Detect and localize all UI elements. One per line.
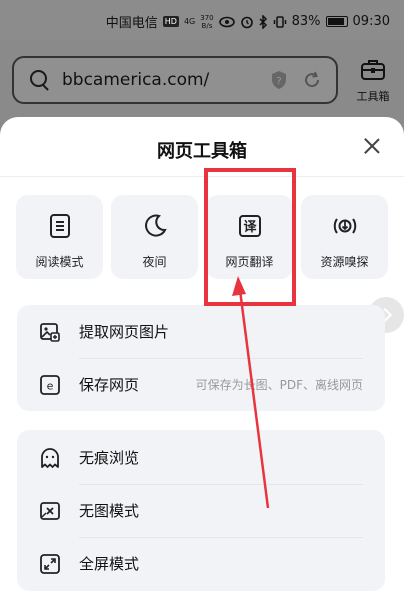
tile-resource-sniff[interactable]: 资源嗅探 (301, 195, 388, 279)
row-label: 无图模式 (79, 502, 140, 520)
alarm-icon (240, 16, 253, 28)
bluetooth-icon (259, 14, 267, 29)
incognito-icon (41, 447, 59, 468)
reload-icon[interactable] (302, 70, 322, 90)
network-type: 4G (183, 16, 196, 26)
extract-images-icon (40, 322, 60, 342)
sheet-divider (0, 176, 404, 177)
status-indicators: 中国电信 HD 4G 370 B/s 83% 09:30 (105, 12, 390, 32)
hd-badge: HD (162, 16, 179, 27)
toolbox-sheet: 网页工具箱 阅读模式 夜间 译 网页翻译 资源嗅探 提取网页图片 e 保存网页 (0, 117, 404, 591)
tile-label: 夜间 (142, 255, 167, 269)
row-fullscreen[interactable]: 全屏模式 (17, 537, 385, 590)
save-page-hint: 可保存为长图、PDF、离线网页 (195, 378, 363, 392)
row-save-page[interactable]: e 保存网页 可保存为长图、PDF、离线网页 (17, 358, 385, 411)
toolbox-label: 工具箱 (356, 90, 390, 103)
carrier-name: 中国电信 (105, 16, 158, 31)
row-no-image[interactable]: 无图模式 (17, 484, 385, 537)
url-text[interactable]: bbcamerica.com/ (62, 70, 270, 90)
row-label: 全屏模式 (79, 555, 140, 573)
row-label: 保存网页 (79, 376, 140, 394)
battery-percent: 83% (291, 14, 321, 29)
row-label: 提取网页图片 (79, 323, 170, 341)
battery-icon (325, 16, 348, 27)
clock-time: 09:30 (352, 14, 390, 29)
moon-icon (144, 214, 167, 237)
network-speed: 370 B/s (200, 14, 213, 30)
annotation-highlight-box (204, 168, 296, 306)
toolbox-button[interactable]: 工具箱 (350, 58, 396, 108)
row-label: 无痕浏览 (79, 449, 140, 467)
tile-label: 资源嗅探 (320, 255, 369, 269)
tile-night[interactable]: 夜间 (111, 195, 198, 279)
save-page-icon: e (40, 374, 60, 395)
sheet-title: 网页工具箱 (157, 141, 247, 162)
reading-mode-icon (49, 214, 70, 238)
network-speed-value: 370 (200, 13, 214, 22)
address-bar[interactable]: bbcamerica.com/ ? (12, 56, 338, 104)
eye-icon (218, 16, 235, 27)
search-icon (30, 70, 50, 90)
tool-group-page: 提取网页图片 e 保存网页 可保存为长图、PDF、离线网页 (17, 305, 385, 411)
network-speed-unit: B/s (201, 21, 213, 30)
no-image-icon (40, 501, 60, 520)
resource-sniff-icon (333, 218, 356, 234)
security-shield-icon[interactable]: ? (270, 70, 288, 90)
svg-text:?: ? (276, 76, 281, 87)
toolbox-icon (361, 60, 385, 80)
tool-group-modes: 无痕浏览 无图模式 全屏模式 (17, 430, 385, 591)
row-extract-images[interactable]: 提取网页图片 (17, 305, 385, 358)
close-icon[interactable] (362, 137, 382, 157)
svg-text:e: e (47, 379, 54, 392)
row-incognito[interactable]: 无痕浏览 (17, 431, 385, 484)
fullscreen-icon (40, 553, 60, 574)
status-bar: 中国电信 HD 4G 370 B/s 83% 09:30 (0, 0, 404, 40)
vibrate-icon (273, 15, 286, 28)
tool-tiles: 阅读模式 夜间 译 网页翻译 资源嗅探 (16, 195, 388, 279)
tile-label: 阅读模式 (35, 255, 84, 269)
tile-reading-mode[interactable]: 阅读模式 (16, 195, 103, 279)
